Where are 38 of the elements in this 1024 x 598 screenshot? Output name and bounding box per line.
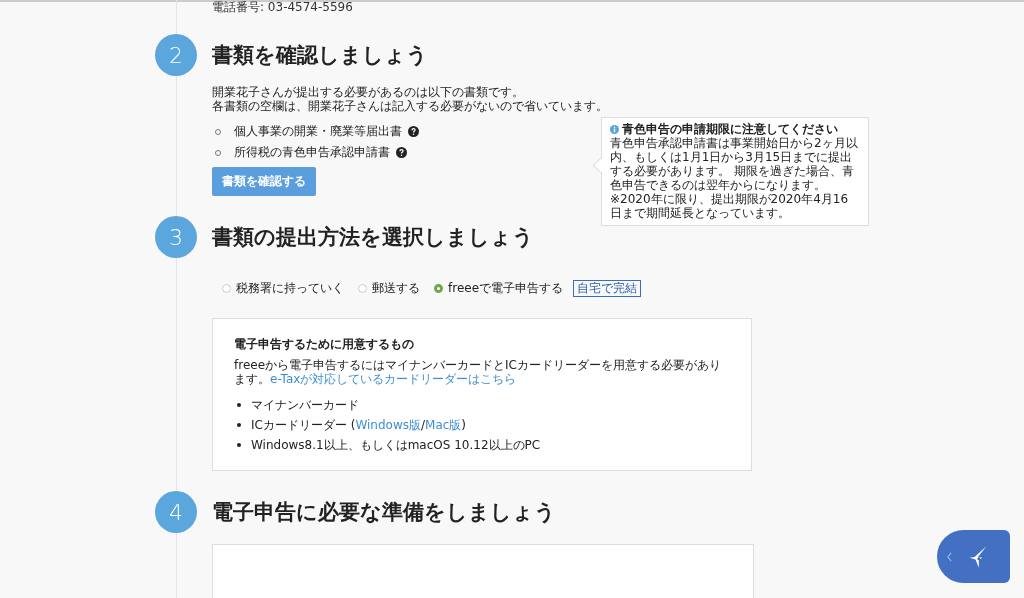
- chat-widget-button[interactable]: [937, 530, 1010, 583]
- bullet-icon: [237, 423, 241, 427]
- step-title: 書類を確認しましょう: [212, 42, 428, 69]
- requirement-text: マイナンバーカード: [251, 396, 359, 414]
- notice-footnote: ※2020年に限り、提出期限が2020年4月16日まで期間延長となっています。: [610, 192, 850, 220]
- download-link[interactable]: Mac版: [425, 417, 462, 432]
- notice-title: 青色申告の申請期限に注意してください: [622, 122, 838, 136]
- feature-tag: 自宅で完結: [573, 280, 642, 297]
- radio-button[interactable]: [434, 284, 443, 293]
- step-number: 3: [155, 216, 197, 258]
- phone-number: 電話番号: 03-4574-5596: [212, 0, 354, 14]
- step-title: 書類の提出方法を選択しましょう: [212, 224, 534, 251]
- requirement-text: ICカードリーダー (Windows版/Mac版): [251, 416, 467, 434]
- help-icon[interactable]: [396, 147, 407, 158]
- radio-button[interactable]: [358, 284, 367, 293]
- radio-label[interactable]: 税務署に持っていく: [236, 280, 344, 297]
- step-number: 2: [155, 34, 197, 76]
- document-name: 所得税の青色申告承認申請書: [234, 144, 390, 161]
- description-text: 開業花子さんが提出する必要があるのは以下の書類です。: [212, 85, 525, 99]
- chevron-left-icon: [947, 551, 952, 562]
- notice-text: 青色申告承認申請書は事業開始日から2ヶ月以内、もしくは1月1日から3月15日までに提出する必要があります。 期限を過ぎた場合、青色申告できるのは翌年からになります。: [610, 136, 859, 192]
- step-number: 4: [155, 491, 197, 533]
- bullet-icon: [237, 443, 241, 447]
- panel-title: 電子申告するために用意するもの: [234, 336, 415, 353]
- radio-button[interactable]: [222, 284, 231, 293]
- check-documents-button[interactable]: 書類を確認する: [212, 167, 316, 196]
- card-reader-link[interactable]: e-Taxが対応しているカードリーダーはこちら: [270, 372, 517, 386]
- help-icon[interactable]: [408, 126, 419, 137]
- radio-label[interactable]: freeeで電子申告する: [448, 280, 564, 297]
- radio-label[interactable]: 郵送する: [372, 280, 420, 297]
- document-name: 個人事業の開業・廃業等届出書: [234, 123, 402, 140]
- info-icon: [610, 124, 619, 134]
- panel-text: freeeから電子申告するにはマイナンバーカードとICカードリーダーを用意する必要があります。e-Taxが対応しているカードリーダーはこちら: [234, 358, 722, 386]
- description-text: 各書類の空欄は、開業花子さんは記入する必要がないので省いています。: [212, 99, 609, 113]
- download-link[interactable]: Windows版: [355, 417, 421, 432]
- step-title: 電子申告に必要な準備をしましょう: [212, 499, 556, 526]
- requirement-text: Windows8.1以上、もしくはmacOS 10.12以上のPC: [251, 436, 541, 454]
- bullet-icon: [237, 403, 241, 407]
